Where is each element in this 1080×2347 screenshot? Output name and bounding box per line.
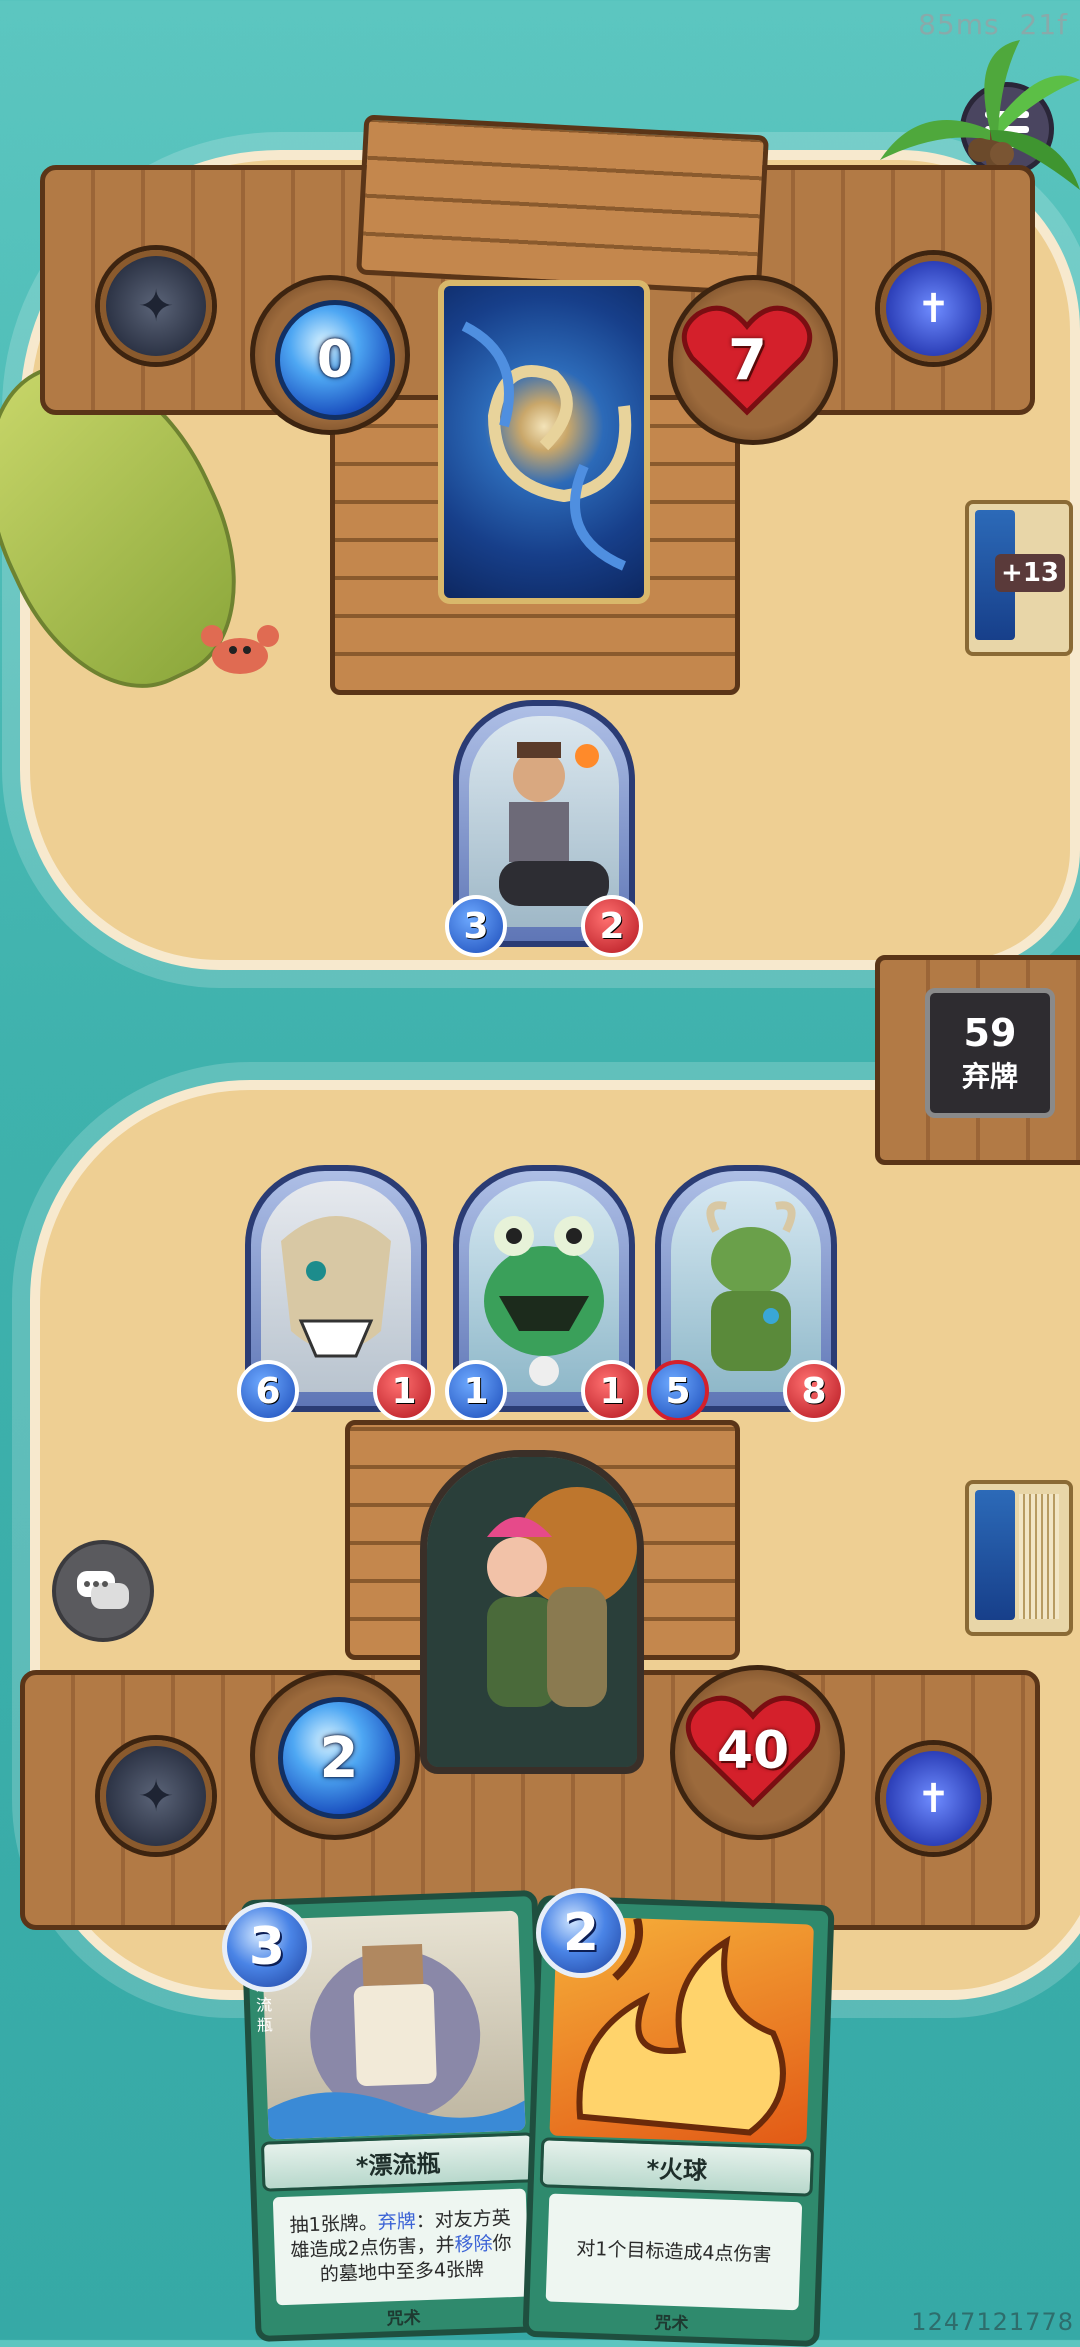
minion-art [261,1181,411,1392]
player-minion-dragonkin[interactable]: 5 8 [647,1165,845,1422]
opponent-health-value: 7 [728,327,767,393]
opponent-graveyard-slot[interactable]: ✦ [100,250,212,362]
frame-text: 21f [1019,8,1068,41]
opponent-hero-portrait[interactable] [438,280,650,604]
minion-attack: 5 [647,1360,709,1422]
card-cost: 2 [536,1888,626,1978]
player-mana-orb: 2 [278,1697,400,1819]
minion-attack: 1 [445,1360,507,1422]
minion-art [671,1181,821,1392]
graveyard-icon: ✦ [137,280,175,332]
enemy-minion[interactable]: 3 2 [445,700,643,957]
player-deck[interactable] [965,1480,1073,1636]
discard-count: 59 [963,1011,1017,1055]
minion-art [469,1181,619,1392]
card-name: *漂流瓶 [260,2132,536,2192]
minion-health: 1 [581,1360,643,1422]
network-stats: 85ms 21f [918,8,1068,41]
card-description: 抽1张牌。弃牌：对友方英雄造成2点伤害，并移除你的墓地中至多4张牌 [272,2188,530,2306]
player-health-value: 40 [716,1721,790,1781]
discard-pile[interactable]: 59 弃牌 [925,988,1055,1118]
hero-power-icon: ✝ [916,1775,951,1822]
player-graveyard-slot[interactable]: ✦ [100,1740,212,1852]
opponent-roof [356,114,769,296]
watermark-id: 1247121778 [911,2308,1074,2336]
opponent-deck-count: +13 [995,554,1065,592]
graveyard-icon: ✦ [137,1770,175,1822]
minion-health: 1 [373,1360,435,1422]
minion-health: 8 [783,1360,845,1422]
player-mana-value: 2 [319,1725,359,1791]
minion-attack: 6 [237,1360,299,1422]
opponent-hero-power[interactable]: ✝ [880,255,987,362]
discard-label: 弃牌 [961,1060,1018,1093]
swirl-icon [461,321,632,571]
player-hero-portrait[interactable] [420,1450,644,1774]
opponent-deck[interactable]: +13 [965,500,1073,656]
player-hero-power[interactable]: ✝ [880,1745,987,1852]
player-health: 40 [684,1690,822,1812]
chat-button[interactable] [52,1540,154,1642]
minion-art [469,716,619,927]
opponent-mana-orb: 0 [275,300,395,420]
minion-health: 2 [581,895,643,957]
crab [200,620,280,680]
player-minion-dragon[interactable]: 6 1 [237,1165,435,1422]
chat-icon [77,1571,129,1609]
opponent-health: 7 [680,300,815,420]
card-cost: 3 [222,1902,312,1992]
minion-attack: 3 [445,895,507,957]
card-name: *火球 [539,2137,815,2197]
opponent-mana-value: 0 [316,330,354,390]
card-description: 对1个目标造成4点伤害 [545,2193,803,2311]
ping-text: 85ms [918,8,1000,41]
hero-power-icon: ✝ [916,285,951,332]
player-minion-frog[interactable]: 1 1 [445,1165,643,1422]
